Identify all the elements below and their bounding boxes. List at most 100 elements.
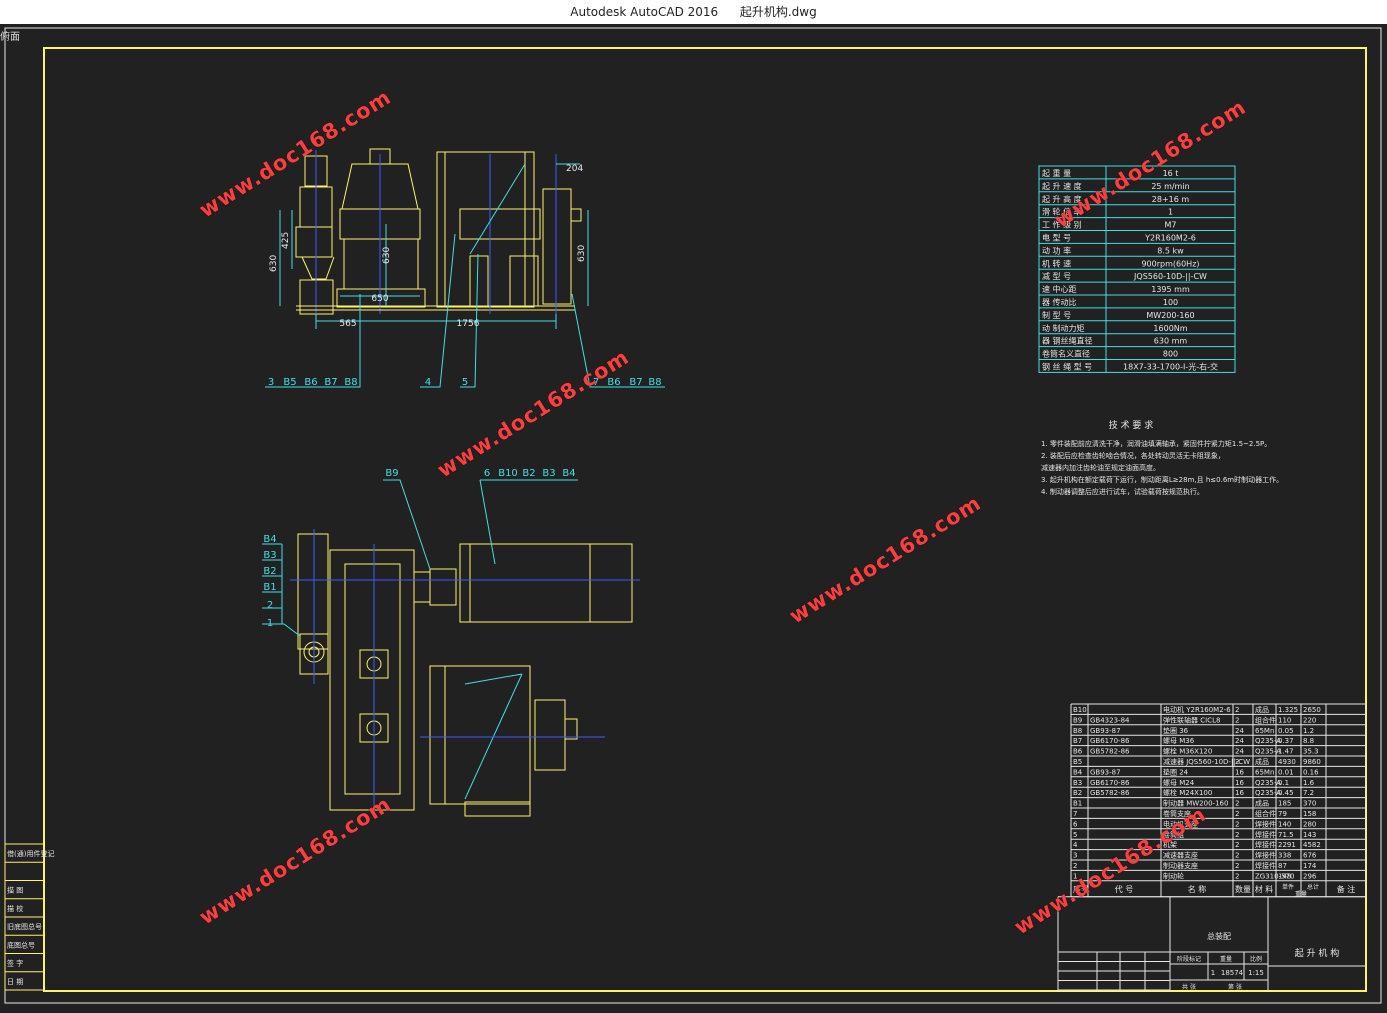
bom-cell: 螺栓 M36X120 [1163,747,1212,756]
callout-label: 3 [268,377,274,388]
spec-value: 1 [1168,208,1173,217]
bom-header: 备 注 [1337,884,1356,894]
viewport-label[interactable]: 俯面 [0,28,20,43]
bom-cell: 4 [1073,841,1078,849]
bom-cell: GB5782-86 [1090,789,1130,797]
bom-cell: 成品 [1255,757,1269,766]
dim-text: 425 [281,232,291,249]
side-block-label: 底图总号 [7,940,35,949]
title-stage-label: 重量 [1220,955,1232,963]
callout-label: B2 [522,468,535,479]
bom-cell: 140 [1278,820,1291,828]
bom-cell: 2 [1235,758,1239,766]
spec-label: 卷筒名义直径 [1042,349,1090,359]
spec-label: 电 型 号 [1042,233,1071,243]
bom-cell: 87 [1278,862,1287,870]
side-block-label: 借(通)用件登记 [7,849,54,858]
bom-cell: 2291 [1278,841,1296,849]
bom-cell: 2 [1235,872,1239,880]
dim-text: 630 [269,255,279,272]
bom-cell: B4 [1073,768,1083,776]
bom-header: 材 料 [1255,884,1274,894]
bom-header: 单件 [1282,883,1294,891]
plan-leaders [262,479,578,637]
bom-cell: 2 [1235,800,1239,808]
side-block-label: 描 图 [7,886,23,895]
cad-drawing[interactable]: 借(通)用件登记描 图描 校旧底图总号底图总号签 字日 期 204425630 … [0,24,1387,1013]
bom-cell: 2 [1235,716,1239,724]
bom-cell: 2 [1235,706,1239,714]
bom-cell: 2650 [1303,706,1321,714]
callout-label: B3 [263,550,276,561]
bom-cell: 7.2 [1303,789,1314,797]
bom-cell: 焊接件 [1255,830,1276,839]
bom-cell: 5 [1073,831,1077,839]
bom-cell: GB6170-86 [1090,737,1130,745]
bom-cell: 8.8 [1303,737,1314,745]
spec-label: 器 传动比 [1042,297,1077,307]
side-block-label: 旧底图总号 [7,922,42,931]
bom-cell: 65Mn [1255,768,1274,776]
bom-cell: 35.3 [1303,748,1319,756]
spec-label: 起 升 速 度 [1042,181,1082,191]
plan-view[interactable] [290,529,640,817]
bom-cell: 焊接件 [1255,819,1276,828]
bom-cell: B2 [1073,789,1082,797]
spec-label: 器 钢丝绳直径 [1042,336,1093,346]
title-sheet-label: 共 张 [1182,983,1196,991]
bom-header: 总计 [1307,883,1319,891]
side-block-label: 签 字 [7,959,23,968]
bom-cell: 垫圈 36 [1163,726,1189,735]
bom-cell: 减速器支座 [1163,851,1198,860]
spec-label: 速 中心距 [1042,284,1077,294]
spec-table: 起 重 量 16 t起 升 速 度 25 m/min起 升 高 度 28+16 m滑 … [1038,165,1236,373]
bom-cell: B6 [1073,748,1083,756]
bom-cell: 65Mn [1255,727,1274,735]
bom-cell: 79 [1278,810,1287,818]
bom-cell: 2 [1235,831,1239,839]
bom-cell: 16 [1235,789,1244,797]
side-block-label: 描 校 [7,904,23,913]
callout-label: 6 [484,468,490,479]
dim-text: 630 [382,247,392,264]
bom-cell: 16 [1235,768,1244,776]
spec-value: 1600Nm [1153,324,1187,333]
spec-value: 16 t [1163,169,1179,178]
spec-label: 机 转 速 [1042,258,1071,268]
drawing-canvas[interactable]: 借(通)用件登记描 图描 校旧底图总号 底图总号签 字日 期 204 425 6… [0,24,1387,1013]
spec-label: 减 型 号 [1042,271,1071,281]
title-sheet-label: 第 张 [1228,983,1242,991]
title-count: 1 [1211,969,1215,977]
bom-cell: B7 [1073,737,1082,745]
callout-label: B6 [304,377,317,388]
bom-cell: 4930 [1278,758,1296,766]
bom-cell: 9860 [1303,758,1321,766]
bom-cell: 1.6 [1303,779,1315,787]
tech-req-item: 3. 起升机构在额定载荷下运行，制动距离L≥28m,且 h≤0.6m时制动器工作… [1041,475,1283,484]
spec-label: 动 制动力矩 [1042,323,1085,333]
bom-cell: 0.05 [1278,727,1294,735]
title-scale: 1:15 [1248,969,1264,977]
app-name: Autodesk AutoCAD 2016 [570,5,719,19]
spec-value: 630 mm [1154,337,1188,346]
callout-label: B5 [283,377,296,388]
side-block-label: 日 期 [7,978,23,986]
title-stage-label: 比例 [1250,955,1262,963]
bom-cell: 280 [1303,820,1316,828]
bom-cell: 174 [1303,862,1317,870]
title-weight: 18574 [1221,969,1244,977]
bom-cell: GB4323-84 [1090,716,1130,724]
callout-label: B8 [344,377,357,388]
spec-value: M7 [1165,221,1177,230]
bom-cell: 制动器支座 [1163,861,1198,870]
bom-header: 名 称 [1188,884,1207,894]
bom-cell: GB6170-86 [1090,779,1130,787]
elevation-view[interactable] [295,148,582,319]
side-block: 借(通)用件登记描 图描 校旧底图总号底图总号签 字日 期 [5,843,54,986]
callout-label: B8 [648,377,661,388]
spec-value: 18X7-33-1700-I-光-右-交 [1123,362,1218,372]
bom-cell: 1.2 [1303,727,1314,735]
bom-cell: B3 [1073,779,1082,787]
bom-cell: 3 [1073,852,1077,860]
bom-cell: B1 [1073,800,1082,808]
